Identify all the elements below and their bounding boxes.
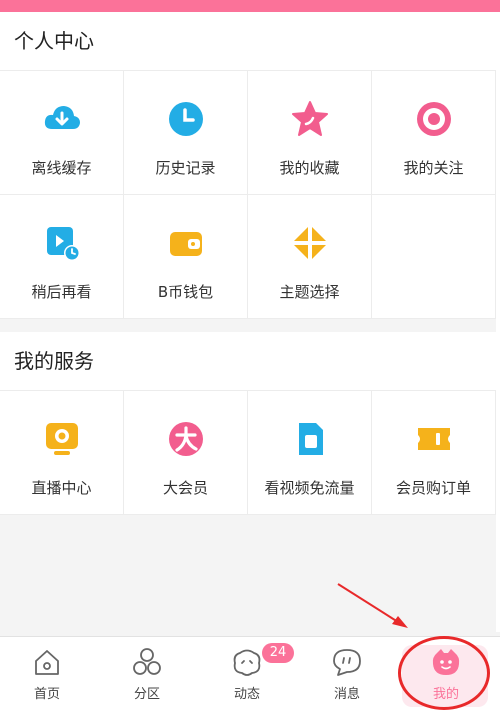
tab-messages[interactable]: 消息 bbox=[297, 637, 397, 711]
home-icon bbox=[35, 650, 59, 675]
annotation-circle bbox=[398, 636, 490, 710]
tab-messages-label: 消息 bbox=[333, 687, 360, 702]
tab-category[interactable]: 分区 bbox=[97, 637, 197, 711]
dynamic-badge: 24 bbox=[262, 643, 294, 663]
tab-home-label: 首页 bbox=[33, 687, 60, 702]
message-icon bbox=[333, 649, 361, 676]
tab-home[interactable]: 首页 bbox=[0, 637, 97, 711]
category-icon bbox=[133, 648, 161, 675]
tab-dynamic-label: 动态 bbox=[233, 687, 260, 702]
annotation-arrow bbox=[337, 583, 408, 628]
dynamic-icon bbox=[233, 649, 261, 676]
tab-category-label: 分区 bbox=[133, 687, 160, 702]
